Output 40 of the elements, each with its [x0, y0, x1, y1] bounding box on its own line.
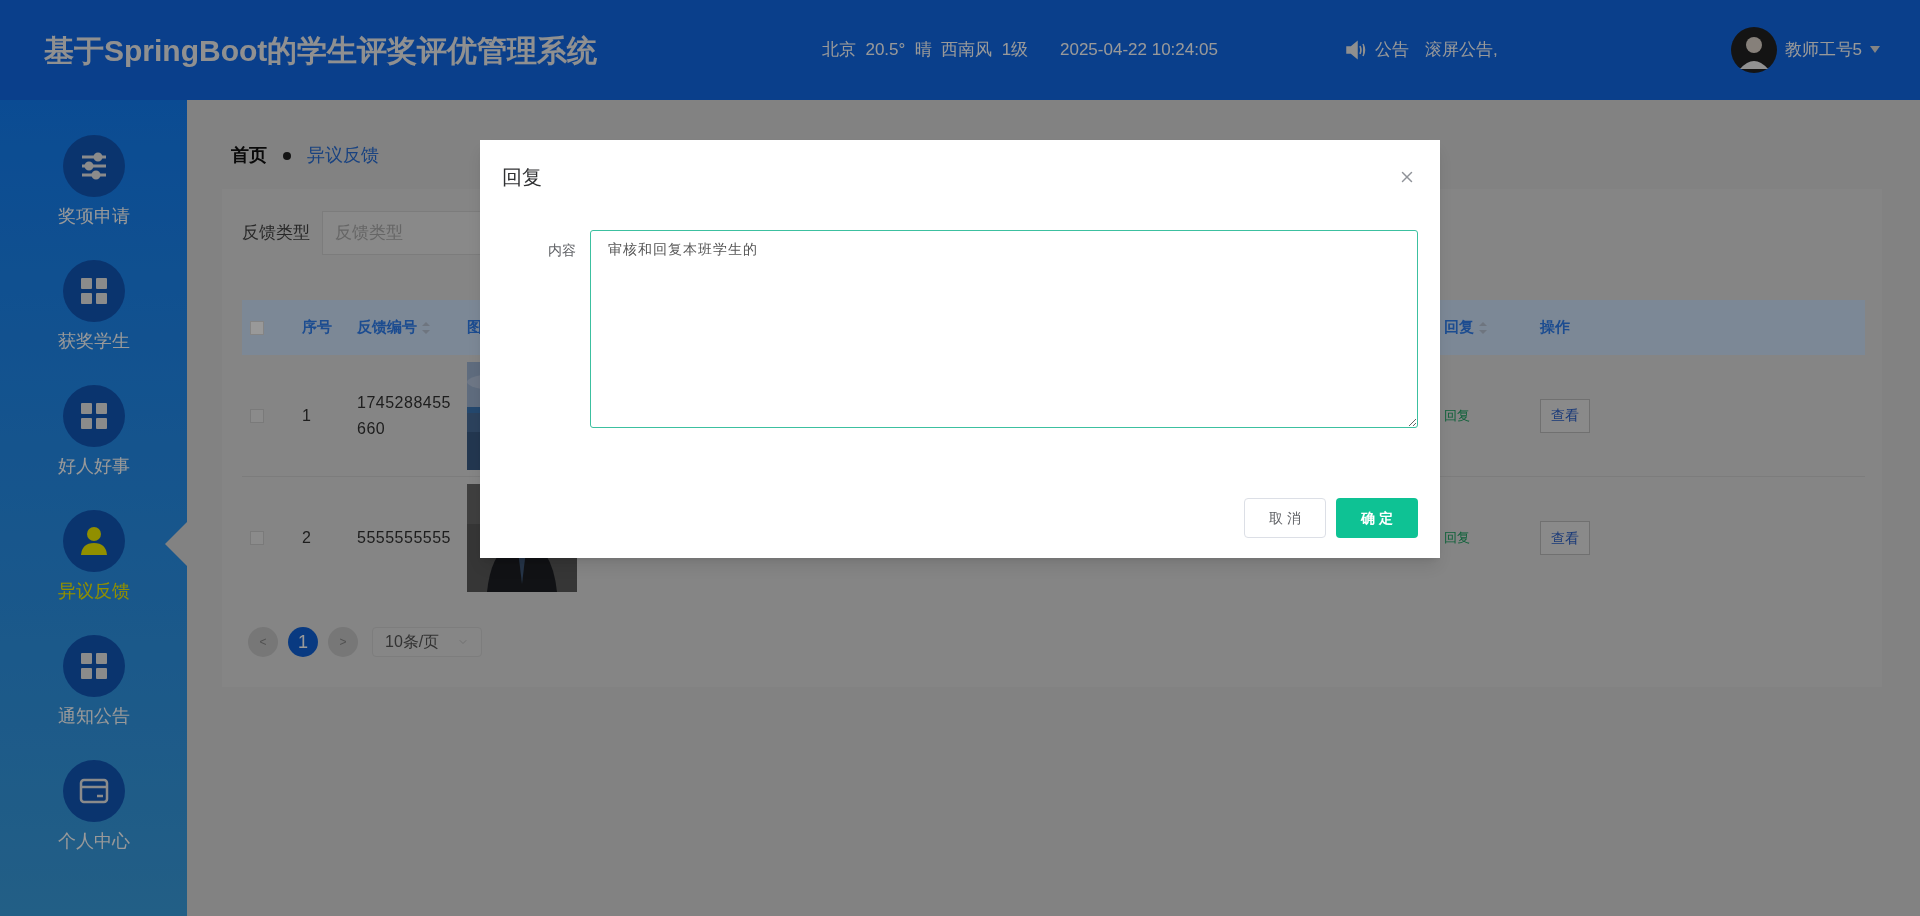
app-title: 基于SpringBoot的学生评奖评优管理系统: [44, 33, 598, 67]
select-all-checkbox[interactable]: [250, 320, 264, 335]
table-cell-text: 1745288455660: [357, 392, 452, 439]
prev-page-button[interactable]: <: [248, 627, 278, 657]
page-size-select[interactable]: 10条/页: [372, 627, 482, 657]
avatar: [1730, 27, 1777, 73]
dialog-title: 回复: [502, 165, 542, 190]
cancel-button[interactable]: 取 消: [1244, 498, 1326, 538]
sidebar-item[interactable]: 获奖学生: [0, 260, 187, 355]
confirm-button[interactable]: 确 定: [1336, 498, 1418, 538]
user-menu[interactable]: 教师工号5: [1730, 27, 1880, 73]
table-cell-text: 5555555555: [357, 528, 452, 548]
notice-text: 滚屏公告,: [1425, 39, 1498, 62]
column-header: 序号: [302, 317, 332, 338]
content-field[interactable]: 审核和回复本班学生的: [590, 230, 1418, 428]
column-header: 操作: [1540, 317, 1570, 338]
weather-text: 北京 20.5° 晴 西南风 1级: [822, 40, 1029, 60]
filter-label: 反馈类型: [242, 222, 310, 245]
next-page-button[interactable]: >: [328, 627, 358, 657]
page-button[interactable]: 1: [288, 627, 318, 657]
sidebar-item[interactable]: 个人中心: [0, 760, 187, 855]
speaker-icon: [1345, 40, 1367, 60]
sidebar-item[interactable]: 奖项申请: [0, 135, 187, 230]
sidebar-item[interactable]: 好人好事: [0, 385, 187, 480]
sidebar-item[interactable]: 通知公告: [0, 635, 187, 730]
column-header[interactable]: 回复: [1444, 316, 1474, 339]
view-button[interactable]: 查看: [1540, 521, 1590, 555]
column-header[interactable]: 反馈编号: [357, 316, 417, 339]
view-button[interactable]: 查看: [1540, 398, 1590, 433]
sidebar-item[interactable]: 异议反馈: [0, 510, 187, 605]
active-notch: [165, 522, 187, 566]
table-cell-text: 2: [302, 528, 311, 548]
reply-status: 回复: [1444, 529, 1470, 548]
caret-icon: [1870, 46, 1880, 54]
date-time: 2025-04-22 10:24:05: [1060, 40, 1218, 60]
notice-label: 公告: [1375, 39, 1409, 62]
reply-status: 回复: [1444, 406, 1470, 425]
table-cell-text: 1: [302, 405, 311, 426]
breadcrumb-current: 异议反馈: [307, 144, 379, 167]
breadcrumb-home[interactable]: 首页: [231, 142, 267, 169]
